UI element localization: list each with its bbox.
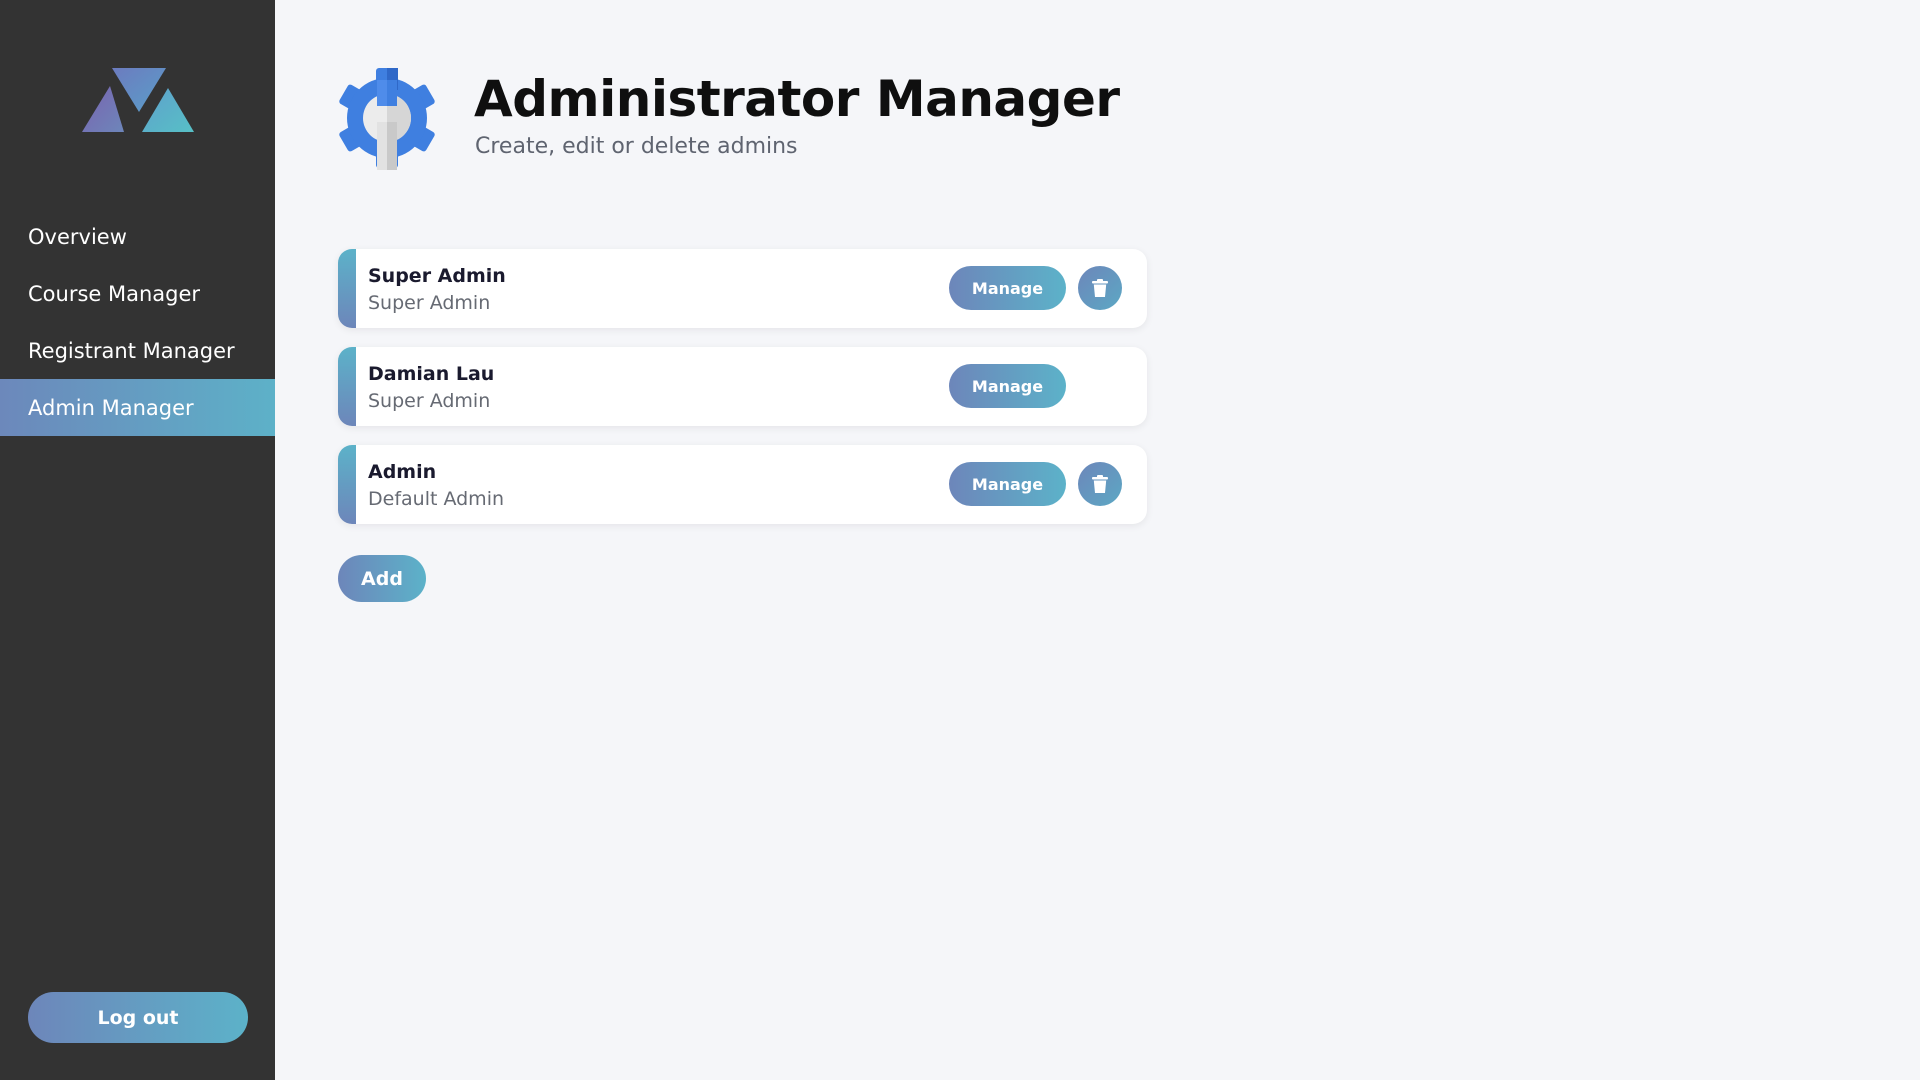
gear-wrench-icon: [339, 68, 435, 170]
card-accent-bar: [338, 347, 356, 426]
admin-card: Admin Default Admin Manage: [338, 445, 1147, 524]
manage-button[interactable]: Manage: [949, 266, 1066, 310]
trash-icon: [1092, 279, 1108, 297]
sidebar-item-overview[interactable]: Overview: [0, 208, 275, 265]
sidebar-item-label: Overview: [28, 224, 127, 249]
page-title: Administrator Manager: [474, 70, 1120, 128]
sidebar-item-course-manager[interactable]: Course Manager: [0, 265, 275, 322]
sidebar-item-label: Course Manager: [28, 281, 201, 306]
admin-list: Super Admin Super Admin Manage Damian La…: [338, 249, 1147, 543]
admin-card: Damian Lau Super Admin Manage: [338, 347, 1147, 426]
triangles-logo-icon[interactable]: [82, 64, 196, 134]
admin-role: Super Admin: [368, 390, 491, 412]
delete-button[interactable]: [1078, 462, 1122, 506]
manage-button[interactable]: Manage: [949, 364, 1066, 408]
card-accent-bar: [338, 445, 356, 524]
sidebar-item-label: Registrant Manager: [28, 338, 235, 363]
admin-name: Admin: [368, 461, 437, 483]
admin-card: Super Admin Super Admin Manage: [338, 249, 1147, 328]
app: Overview Course Manager Registrant Manag…: [0, 0, 1920, 1080]
card-accent-bar: [338, 249, 356, 328]
delete-button[interactable]: [1078, 266, 1122, 310]
sidebar-item-admin-manager[interactable]: Admin Manager: [0, 379, 275, 436]
page-subtitle: Create, edit or delete admins: [475, 134, 798, 159]
admin-role: Super Admin: [368, 292, 491, 314]
sidebar-item-registrant-manager[interactable]: Registrant Manager: [0, 322, 275, 379]
admin-name: Damian Lau: [368, 363, 495, 385]
sidebar: Overview Course Manager Registrant Manag…: [0, 0, 275, 1080]
manage-button[interactable]: Manage: [949, 462, 1066, 506]
admin-name: Super Admin: [368, 265, 506, 287]
sidebar-nav: Overview Course Manager Registrant Manag…: [0, 208, 275, 436]
logout-button[interactable]: Log out: [28, 992, 248, 1043]
trash-icon: [1092, 475, 1108, 493]
admin-role: Default Admin: [368, 488, 505, 510]
add-admin-button[interactable]: Add: [338, 555, 426, 602]
sidebar-item-label: Admin Manager: [28, 395, 194, 420]
